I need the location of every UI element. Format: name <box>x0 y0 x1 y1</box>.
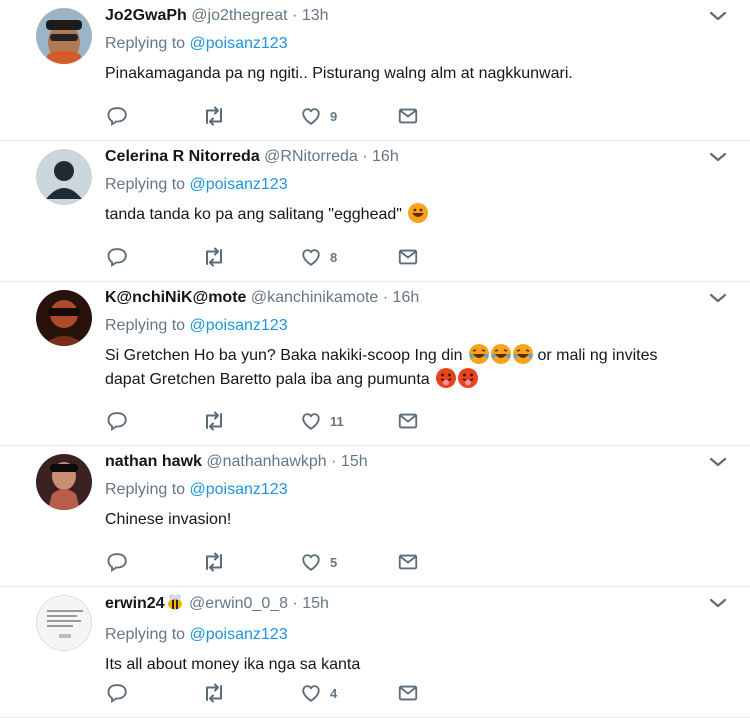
reply-icon[interactable] <box>107 681 129 705</box>
reply-to-link[interactable]: @poisanz123 <box>190 481 288 498</box>
reply-icon[interactable] <box>107 104 129 128</box>
reply-prefix: Replying to <box>105 317 186 334</box>
timestamp[interactable]: 13h <box>302 7 329 24</box>
avatar[interactable] <box>36 290 92 346</box>
reply-context: Replying to @poisanz123 <box>105 175 710 195</box>
avatar[interactable] <box>36 149 92 205</box>
reply-to-link[interactable]: @poisanz123 <box>190 317 288 334</box>
like-button[interactable]: 5 <box>300 550 337 574</box>
tweet[interactable]: erwin24 @erwin0_0_8 · 15h Replying to @p… <box>0 587 750 718</box>
author-handle[interactable]: @kanchinikamote <box>251 289 378 306</box>
tweet-text: Pinakamaganda pa ng ngiti.. Pisturang wa… <box>105 65 573 82</box>
tweet-text: Its all about money ika nga sa kanta <box>105 656 361 673</box>
separator: · <box>331 453 337 470</box>
heart-icon <box>302 554 320 571</box>
tongue-out-emoji-icon <box>458 368 479 388</box>
chevron-down-icon[interactable] <box>708 452 728 472</box>
tweet[interactable]: nathan hawk @nathanhawkph · 15h Replying… <box>0 446 750 587</box>
author-name[interactable]: Jo2GwaPh <box>105 7 187 24</box>
retweet-icon[interactable] <box>202 104 226 128</box>
author-name[interactable]: erwin24 <box>105 595 165 612</box>
tweet-text-line: or mali ng invites <box>537 347 658 364</box>
separator: · <box>292 7 298 24</box>
like-button[interactable]: 4 <box>300 681 337 705</box>
author-handle[interactable]: @nathanhawkph <box>206 453 326 470</box>
separator: · <box>292 595 298 612</box>
tweet-text: Si Gretchen Ho ba yun? Baka nakiki-scoop… <box>105 344 710 392</box>
reply-prefix: Replying to <box>105 481 186 498</box>
envelope-icon[interactable] <box>397 550 419 574</box>
author-name[interactable]: nathan hawk <box>105 453 202 470</box>
tears-of-joy-emoji-icon <box>513 344 533 364</box>
envelope-icon[interactable] <box>397 681 419 705</box>
reply-context: Replying to @poisanz123 <box>105 625 710 645</box>
like-button[interactable]: 8 <box>300 245 337 269</box>
reply-icon[interactable] <box>107 409 129 433</box>
timestamp[interactable]: 15h <box>341 453 368 470</box>
author-handle[interactable]: @RNitorreda <box>264 148 358 165</box>
reply-icon[interactable] <box>107 550 129 574</box>
author-name[interactable]: K@nchiNiK@mote <box>105 289 246 306</box>
reply-context: Replying to @poisanz123 <box>105 34 710 54</box>
separator: · <box>382 289 389 306</box>
tears-of-joy-emoji-icon <box>469 344 489 364</box>
tears-of-joy-emoji-icon <box>491 344 511 364</box>
separator: · <box>362 148 368 165</box>
like-count: 8 <box>330 249 338 265</box>
timestamp[interactable]: 15h <box>302 595 329 612</box>
heart-icon <box>302 413 320 430</box>
like-button[interactable]: 11 <box>300 409 344 433</box>
avatar[interactable] <box>36 8 92 64</box>
tweet-text-content: tanda tanda ko pa ang salitang "egghead" <box>105 206 402 223</box>
reply-to-link[interactable]: @poisanz123 <box>190 35 288 52</box>
author-name[interactable]: Celerina R Nitorreda <box>105 148 260 165</box>
reply-context: Replying to @poisanz123 <box>105 316 710 336</box>
tweet-text: Chinese invasion! <box>105 511 232 528</box>
reply-prefix: Replying to <box>105 626 186 643</box>
reply-to-link[interactable]: @poisanz123 <box>190 176 288 193</box>
reply-prefix: Replying to <box>105 35 186 52</box>
avatar[interactable] <box>36 595 92 651</box>
like-button[interactable]: 9 <box>300 104 337 128</box>
heart-icon <box>302 685 320 702</box>
tweet-text-line: Si Gretchen Ho ba yun? Baka nakiki-scoop… <box>105 347 463 364</box>
like-count: 4 <box>330 685 338 701</box>
chevron-down-icon[interactable] <box>708 288 728 308</box>
heart-icon <box>302 108 320 125</box>
tweet[interactable]: Jo2GwaPh @jo2thegreat · 13h Replying to … <box>0 0 750 141</box>
retweet-icon[interactable] <box>202 681 226 705</box>
timestamp[interactable]: 16h <box>372 148 399 165</box>
heart-icon <box>302 249 320 266</box>
tweet[interactable]: K@nchiNiK@mote @kanchinikamote · 16h Rep… <box>0 282 750 446</box>
chevron-down-icon[interactable] <box>708 593 728 613</box>
author-handle[interactable]: @erwin0_0_8 <box>189 595 288 612</box>
retweet-icon[interactable] <box>202 245 226 269</box>
envelope-icon[interactable] <box>397 104 419 128</box>
tweet-text: tanda tanda ko pa ang salitang "egghead" <box>105 203 710 227</box>
envelope-icon[interactable] <box>397 245 419 269</box>
reply-prefix: Replying to <box>105 176 186 193</box>
reply-context: Replying to @poisanz123 <box>105 480 710 500</box>
timestamp[interactable]: 16h <box>393 289 420 306</box>
tweet[interactable]: Celerina R Nitorreda @RNitorreda · 16h R… <box>0 141 750 282</box>
avatar[interactable] <box>36 454 92 510</box>
bee-emoji-icon <box>165 593 185 617</box>
tongue-out-emoji-icon <box>436 368 457 388</box>
chevron-down-icon[interactable] <box>708 147 728 167</box>
like-count: 9 <box>330 108 338 124</box>
like-count: 5 <box>330 554 338 570</box>
envelope-icon[interactable] <box>397 409 419 433</box>
chevron-down-icon[interactable] <box>708 6 728 26</box>
grinning-emoji-icon <box>408 203 429 223</box>
reply-icon[interactable] <box>107 245 129 269</box>
retweet-icon[interactable] <box>202 409 226 433</box>
author-handle[interactable]: @jo2thegreat <box>191 7 287 24</box>
like-count: 11 <box>330 413 344 429</box>
tweet-text-line: dapat Gretchen Baretto pala iba ang pumu… <box>105 371 430 388</box>
reply-to-link[interactable]: @poisanz123 <box>190 626 288 643</box>
retweet-icon[interactable] <box>202 550 226 574</box>
